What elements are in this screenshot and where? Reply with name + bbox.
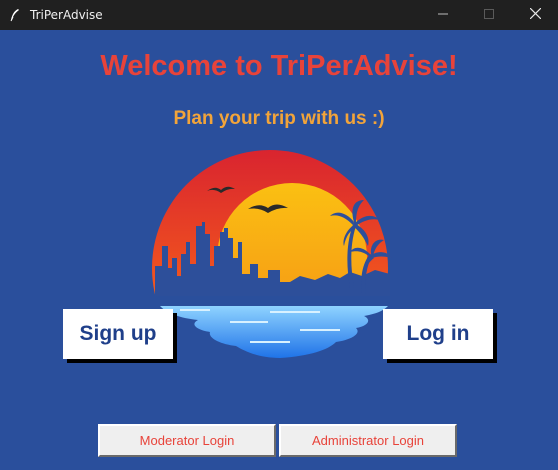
login-button[interactable]: Log in	[383, 309, 493, 359]
moderator-login-button[interactable]: Moderator Login	[98, 424, 276, 457]
minimize-icon	[438, 6, 448, 24]
feather-icon	[0, 0, 30, 30]
window-title: TriPerAdvise	[30, 8, 103, 22]
welcome-title: Welcome to TriPerAdvise!	[100, 50, 458, 82]
close-button[interactable]	[512, 0, 558, 30]
title-bar[interactable]: TriPerAdvise	[0, 0, 558, 30]
maximize-button[interactable]	[466, 0, 512, 30]
maximize-icon	[484, 6, 494, 24]
subtitle: Plan your trip with us :)	[173, 108, 385, 129]
close-icon	[529, 6, 541, 24]
minimize-button[interactable]	[420, 0, 466, 30]
sunset-city-palm-logo	[152, 150, 392, 358]
app-window: TriPerAdvise Welcome to TriPerAdvise! Pl…	[0, 0, 558, 470]
signup-button[interactable]: Sign up	[63, 309, 173, 359]
administrator-login-button[interactable]: Administrator Login	[279, 424, 457, 457]
